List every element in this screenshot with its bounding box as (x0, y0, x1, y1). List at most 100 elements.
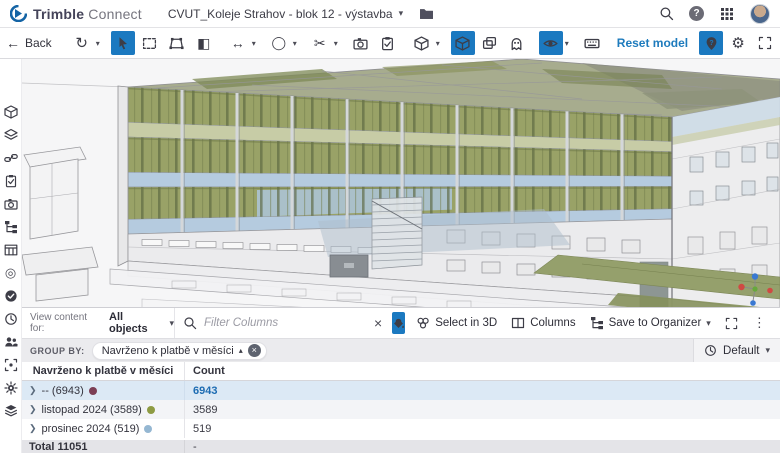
visibility-button[interactable] (539, 31, 563, 55)
lasso-dropdown-caret[interactable]: ▾ (293, 39, 297, 48)
total-label: Total 11051 (22, 440, 185, 453)
sidebar-item-todos[interactable] (3, 174, 19, 188)
shortcuts-button[interactable] (580, 31, 604, 55)
marquee-select-button[interactable] (138, 31, 162, 55)
top-bar: Trimble Connect CVUT_Koleje Strahov - bl… (0, 0, 780, 28)
table-row[interactable]: ❯ -- (6943) 6943 (22, 381, 780, 400)
close-panel-button[interactable]: × (774, 315, 780, 331)
undo-dropdown-caret[interactable]: ▾ (96, 39, 100, 48)
polygon-select-button[interactable] (165, 31, 189, 55)
sidebar-item-settings[interactable] (3, 381, 19, 395)
view-content-selector[interactable]: View content for: All objects ▾ (22, 311, 174, 335)
main-area: View content for: All objects ▾ × Select… (22, 59, 780, 453)
sidebar-item-hierarchy[interactable] (3, 220, 19, 234)
sidebar-item-team[interactable] (3, 335, 19, 349)
help-pin-button[interactable]: ? (699, 31, 723, 55)
group-count: 6943 (185, 381, 780, 400)
total-count: - (185, 440, 780, 453)
visibility-dropdown-caret[interactable]: ▾ (565, 39, 569, 48)
section-dropdown-caret[interactable]: ▾ (334, 39, 338, 48)
expand-row-icon[interactable]: ❯ (29, 404, 37, 415)
expand-row-icon[interactable]: ❯ (29, 423, 37, 434)
sidebar-item-history[interactable] (3, 312, 19, 326)
colorize-button[interactable] (392, 312, 405, 334)
preset-label: Default (723, 345, 759, 357)
measure-tool-button[interactable]: ↔ (226, 31, 250, 55)
column-header-name[interactable]: Navrženo k platbě v měsíci (22, 362, 185, 380)
sidebar-item-links[interactable] (3, 151, 19, 165)
sidebar-item-layers[interactable] (3, 128, 19, 142)
columns-button[interactable]: Columns (504, 308, 582, 338)
ghost-mode-button[interactable] (505, 31, 529, 55)
snapshot-button[interactable] (349, 31, 373, 55)
history-icon (704, 344, 717, 357)
group-by-chip[interactable]: Navrženo k platbě v měsíci ▴ × (92, 342, 267, 360)
filter-columns-search[interactable] (174, 308, 368, 338)
isolate-button[interactable] (478, 31, 502, 55)
trimble-connect-app: Trimble Connect CVUT_Koleje Strahov - bl… (0, 0, 780, 453)
sidebar-item-clash[interactable]: ◎ (3, 266, 19, 280)
project-breadcrumb[interactable]: CVUT_Koleje Strahov - blok 12 - výstavba… (168, 7, 403, 21)
sidebar-item-selection[interactable] (3, 358, 19, 372)
project-folder-button[interactable] (419, 6, 434, 21)
view-mode-button[interactable] (410, 31, 434, 55)
back-arrow-icon: ← (6, 35, 20, 51)
group-label: prosinec 2024 (519) (42, 423, 140, 435)
sidebar-item-status[interactable] (3, 289, 19, 303)
solid-mode-button[interactable] (451, 31, 475, 55)
user-avatar[interactable] (750, 4, 770, 24)
spheres-icon (416, 316, 430, 330)
model-viewport[interactable] (22, 59, 780, 307)
sidebar-item-organizer[interactable] (3, 404, 19, 418)
more-options-button[interactable]: ⋮ (745, 315, 774, 331)
grouped-table: Navrženo k platbě v měsíci Count ❯ -- (6… (22, 362, 780, 453)
trimble-logo[interactable]: Trimble Connect (10, 5, 142, 22)
expand-row-icon[interactable]: ❯ (29, 385, 37, 396)
measure-dropdown-caret[interactable]: ▾ (252, 39, 256, 48)
apps-grid-icon[interactable] (719, 6, 735, 22)
view-mode-dropdown-caret[interactable]: ▾ (436, 39, 440, 48)
filter-columns-input[interactable] (204, 317, 360, 329)
invert-selection-button[interactable]: ◧ (192, 31, 216, 55)
search-icon (183, 316, 197, 330)
chevron-up-icon[interactable]: ▴ (239, 346, 243, 355)
columns-label: Columns (530, 317, 575, 329)
chevron-down-icon[interactable]: ▾ (765, 346, 770, 355)
help-icon[interactable]: ? (689, 6, 704, 21)
model-3d-canvas[interactable] (22, 59, 780, 307)
chevron-down-icon[interactable]: ▾ (706, 319, 711, 328)
select-tool-button[interactable] (111, 31, 135, 55)
select-in-3d-button[interactable]: Select in 3D (409, 308, 504, 338)
table-row[interactable]: ❯ prosinec 2024 (519) 519 (22, 419, 780, 438)
left-sidebar: ◎ (0, 59, 22, 453)
back-label: Back (25, 36, 52, 50)
select-in-3d-label: Select in 3D (435, 317, 497, 329)
brand-primary: Trimble (33, 6, 84, 22)
reset-model-button[interactable]: Reset model (617, 36, 688, 50)
remove-group-by-button[interactable]: × (248, 344, 261, 357)
clear-filter-button[interactable]: × (368, 315, 388, 331)
group-by-label: GROUP BY: (30, 346, 85, 356)
undo-button[interactable]: ↻ (70, 31, 94, 55)
table-footer: Total 11051 - (22, 440, 780, 453)
sidebar-item-data-table[interactable] (3, 243, 19, 257)
sidebar-item-models[interactable] (3, 105, 19, 119)
chevron-down-icon[interactable]: ▾ (399, 9, 404, 18)
settings-button[interactable]: ⚙ (726, 31, 750, 55)
sidebar-item-views[interactable] (3, 197, 19, 211)
save-to-organizer-button[interactable]: Save to Organizer ▾ (583, 308, 718, 338)
preset-selector[interactable]: Default ▾ (693, 339, 780, 362)
markup-button[interactable] (376, 31, 400, 55)
group-color-dot (89, 387, 97, 395)
section-cut-button[interactable]: ✂ (308, 31, 332, 55)
fullscreen-button[interactable] (753, 31, 777, 55)
table-row[interactable]: ❯ listopad 2024 (3589) 3589 (22, 400, 780, 419)
project-name: CVUT_Koleje Strahov - blok 12 - výstavba (168, 7, 393, 21)
search-icon[interactable] (658, 6, 674, 22)
column-header-count[interactable]: Count (185, 362, 780, 380)
group-count: 519 (185, 419, 780, 438)
expand-panel-button[interactable] (718, 308, 745, 338)
back-button[interactable]: ← Back (6, 35, 52, 51)
lasso-tool-button[interactable]: ◯ (267, 31, 291, 55)
data-table-panel: View content for: All objects ▾ × Select… (22, 307, 780, 453)
